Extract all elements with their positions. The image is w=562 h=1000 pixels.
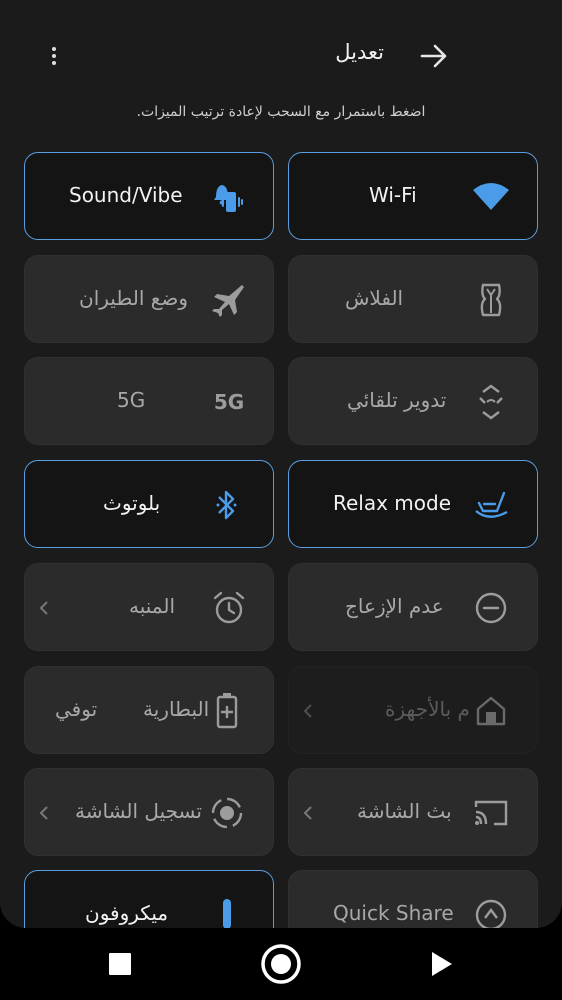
chevron-left-icon [39, 799, 55, 827]
more-vertical-icon [52, 47, 56, 65]
system-navigation-bar [0, 928, 562, 1000]
tile-screen-record[interactable]: تسجيل الشاشة [24, 768, 274, 856]
home-icon [471, 691, 511, 731]
page-title: تعديل [335, 40, 384, 64]
rocking-chair-icon [471, 485, 511, 525]
tile-sound-vibe[interactable]: Sound/Vibe [24, 152, 274, 240]
circle-icon [261, 944, 301, 984]
tile-label: وضع الطيران [79, 286, 189, 310]
screen-record-icon [207, 793, 247, 833]
tile-quick-share[interactable]: Quick Share [288, 870, 538, 928]
chevron-left-icon [303, 697, 319, 725]
triangle-icon [432, 952, 452, 976]
back-button[interactable] [420, 942, 464, 986]
do-not-disturb-icon [471, 588, 511, 628]
tile-label: Quick Share [333, 901, 454, 925]
tile-label: Sound/Vibe [69, 183, 183, 207]
tile-airplane-mode[interactable]: وضع الطيران [24, 255, 274, 343]
tile-label: م بالأجهزة [385, 697, 470, 721]
wifi-icon [471, 177, 511, 217]
bluetooth-icon [207, 485, 247, 525]
tile-label: المنبه [129, 594, 176, 618]
tile-label: بلوتوث [103, 491, 161, 515]
sound-vibe-icon [209, 177, 249, 217]
tile-label: بث الشاشة [357, 799, 452, 823]
tile-battery-saver[interactable]: البطارية توفي [24, 666, 274, 754]
tile-do-not-disturb[interactable]: عدم الإزعاج [288, 563, 538, 651]
tile-bluetooth[interactable]: بلوتوث [24, 460, 274, 548]
quick-share-icon [471, 895, 511, 928]
chevron-left-icon [303, 799, 319, 827]
auto-rotate-icon [471, 382, 511, 422]
chevron-left-icon [39, 594, 55, 622]
microphone-icon [207, 895, 247, 928]
tile-label: عدم الإزعاج [345, 594, 444, 618]
edit-quick-settings-screen: تعديل اضغط باستمرار مع السحب لإعادة ترتي… [0, 0, 562, 928]
tile-5g[interactable]: 5G 5G [24, 357, 274, 445]
back-arrow-button[interactable] [414, 38, 454, 74]
cast-icon [471, 793, 511, 833]
battery-plus-icon [207, 691, 247, 731]
tile-wifi[interactable]: Wi-Fi [288, 152, 538, 240]
home-button[interactable] [259, 942, 303, 986]
tile-devices[interactable]: م بالأجهزة [288, 666, 538, 754]
arrow-right-icon [420, 44, 447, 68]
header: تعديل [0, 0, 562, 110]
5g-icon: 5G [213, 390, 245, 414]
square-icon [109, 953, 131, 975]
tile-label: 5G [117, 388, 146, 412]
airplane-icon [207, 280, 247, 320]
tile-label: الفلاش [345, 286, 404, 310]
tile-label: Wi-Fi [369, 183, 417, 207]
tile-relax-mode[interactable]: Relax mode [288, 460, 538, 548]
tile-alarm[interactable]: المنبه [24, 563, 274, 651]
tile-label: ميكروفون [85, 901, 169, 925]
alarm-icon [209, 588, 249, 628]
tile-flashlight[interactable]: الفلاش [288, 255, 538, 343]
reorder-hint: اضغط باستمرار مع السحب لإعادة ترتيب المي… [136, 104, 426, 120]
tile-label: تسجيل الشاشة [75, 799, 202, 823]
flashlight-icon [471, 280, 511, 320]
tile-microphone[interactable]: ميكروفون [24, 870, 274, 928]
tile-auto-rotate[interactable]: تدوير تلقائي [288, 357, 538, 445]
tile-label-secondary: توفي [55, 697, 98, 721]
tile-screen-cast[interactable]: بث الشاشة [288, 768, 538, 856]
tile-label: Relax mode [333, 491, 452, 515]
recents-button[interactable] [98, 942, 142, 986]
tile-label: تدوير تلقائي [347, 388, 447, 412]
tile-label: البطارية [143, 697, 210, 721]
more-options-button[interactable] [40, 40, 68, 72]
